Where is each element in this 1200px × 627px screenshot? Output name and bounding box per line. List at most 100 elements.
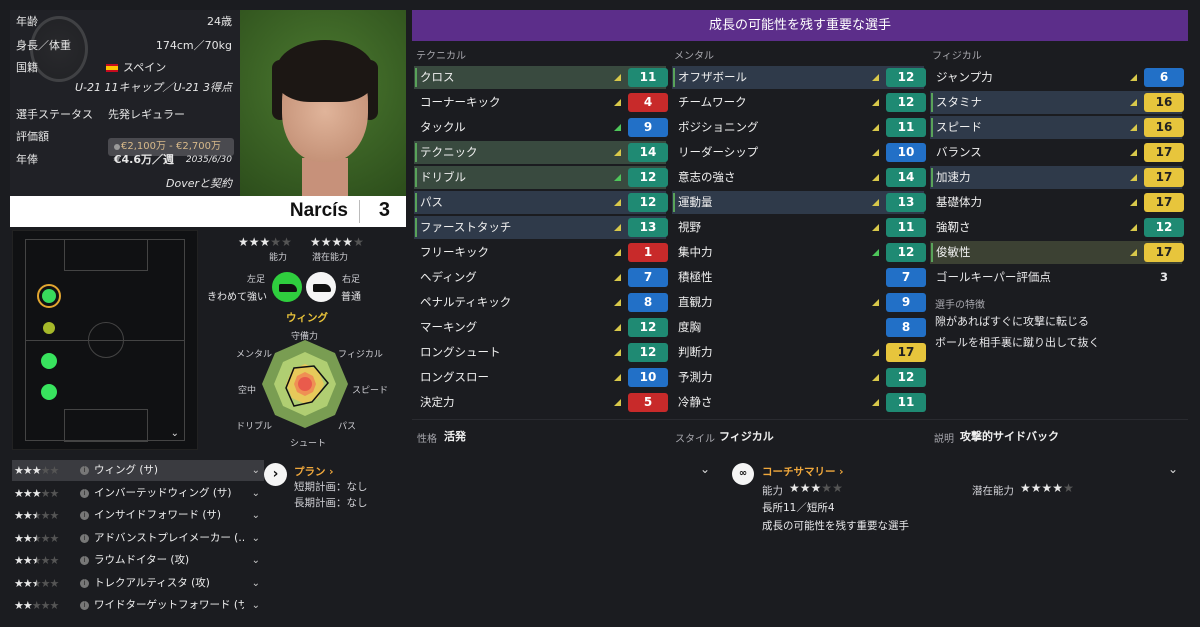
wage-row: 年俸 €4.6万／週 2035/6/30 <box>16 152 232 168</box>
attribute-row[interactable]: スピード 16 <box>930 116 1184 139</box>
chevron-down-icon[interactable]: ⌄ <box>252 573 260 594</box>
role-stars: ★★★★★ <box>14 509 59 522</box>
value-indicator-icon <box>114 144 120 150</box>
attribute-row[interactable]: 直観力 9 <box>672 291 926 314</box>
attribute-row[interactable]: ポジショニング 11 <box>672 116 926 139</box>
radar-label-aerial: 空中 <box>238 386 257 396</box>
role-label: インバーテッドウィング (サ) <box>94 486 232 499</box>
info-icon[interactable]: i <box>80 578 89 588</box>
expand-arrow-icon[interactable]: › <box>264 463 287 486</box>
nation-value[interactable]: スペイン <box>106 60 166 76</box>
role-list-item[interactable]: ★★★★★ i インサイドフォワード (サ) ⌄ <box>12 505 264 526</box>
attribute-row[interactable]: 積極性 7 <box>672 266 926 289</box>
attribute-row[interactable]: ヘディング 7 <box>414 266 668 289</box>
highlight-bar <box>931 118 933 137</box>
chevron-down-icon[interactable]: ⌄ <box>252 528 260 549</box>
footer-divider <box>412 419 1188 420</box>
trait-item-2[interactable]: ボールを相手裏に蹴り出して抜く <box>935 334 1100 350</box>
attribute-name: 意志の強さ <box>678 170 736 184</box>
attribute-row[interactable]: クロス 11 <box>414 66 668 89</box>
gk-rating-row: ゴールキーパー評価点 3 <box>930 266 1182 289</box>
role-list-item[interactable]: ★★★★★ i ワイドターゲットフォワード (サ) ⌄ <box>12 595 264 616</box>
info-icon[interactable]: i <box>80 488 89 498</box>
attribute-row[interactable]: パス 12 <box>414 191 668 214</box>
attribute-value: 12 <box>886 68 926 87</box>
info-icon[interactable]: i <box>80 601 89 610</box>
description-value: 攻撃的サイドバック <box>960 430 1059 443</box>
chevron-down-icon[interactable]: ⌄ <box>252 550 260 571</box>
role-list-item[interactable]: ★★★★★ i トレクアルティスタ (攻) ⌄ <box>12 573 264 594</box>
attribute-value: 8 <box>628 293 668 312</box>
attribute-row[interactable]: 強靭さ 12 <box>930 216 1184 239</box>
attribute-name: 加速力 <box>936 170 971 184</box>
attribute-row[interactable]: 視野 11 <box>672 216 926 239</box>
highlight-bar <box>931 168 933 187</box>
attribute-row[interactable]: 予測力 12 <box>672 366 926 389</box>
info-icon[interactable]: i <box>80 556 89 565</box>
pitch-chevron-down-icon[interactable]: ⌄ <box>171 428 179 439</box>
attribute-row[interactable]: リーダーシップ 10 <box>672 141 926 164</box>
chevron-down-icon[interactable]: ⌄ <box>252 505 260 526</box>
progress-arrow-icon <box>872 249 879 256</box>
position-dot-midfield-left[interactable] <box>43 322 55 334</box>
coach-summary-title[interactable]: コーチサマリー › <box>762 464 843 479</box>
attribute-row[interactable]: 俊敏性 17 <box>930 241 1184 264</box>
attribute-row[interactable]: ロングスロー 10 <box>414 366 668 389</box>
role-name: ウィング <box>286 312 328 324</box>
attribute-row[interactable]: フリーキック 1 <box>414 241 668 264</box>
chevron-down-icon[interactable]: ⌄ <box>252 595 260 616</box>
chevron-down-icon[interactable]: ⌄ <box>252 483 260 504</box>
attribute-row[interactable]: 基礎体力 17 <box>930 191 1184 214</box>
attribute-row[interactable]: スタミナ 16 <box>930 91 1184 114</box>
info-icon[interactable]: i <box>80 533 89 543</box>
radar-label-speed: スピード <box>352 386 389 396</box>
attribute-name: マーキング <box>420 320 478 334</box>
attribute-row[interactable]: コーナーキック 4 <box>414 91 668 114</box>
role-list-item[interactable]: ★★★★★ i アドバンストプレイメーカー (… ⌄ <box>12 528 264 549</box>
attribute-row[interactable]: ドリブル 12 <box>414 166 668 189</box>
attribute-row[interactable]: チームワーク 12 <box>672 91 926 114</box>
attribute-value: 9 <box>886 293 926 312</box>
attribute-row[interactable]: 決定力 5 <box>414 391 668 414</box>
info-icon[interactable]: i <box>80 511 89 520</box>
trait-item-1[interactable]: 隙があればすぐに攻撃に転じる <box>935 313 1089 329</box>
attribute-row[interactable]: 加速力 17 <box>930 166 1184 189</box>
role-list-item[interactable]: ★★★★★ i ウィング (サ) ⌄ <box>12 460 264 481</box>
role-stars: ★★★★★ <box>14 531 59 545</box>
attribute-row[interactable]: 運動量 13 <box>672 191 926 214</box>
chevron-down-icon[interactable]: ⌄ <box>252 460 260 481</box>
attribute-row[interactable]: ジャンプ力 6 <box>930 66 1184 89</box>
attribute-row[interactable]: ペナルティキック 8 <box>414 291 668 314</box>
age-row: 年齢 24歳 <box>16 14 232 30</box>
attribute-row[interactable]: ロングシュート 12 <box>414 341 668 364</box>
position-pitch[interactable]: ⌄ <box>12 230 198 450</box>
role-list-item[interactable]: ★★★★★ i ラウムドイター (攻) ⌄ <box>12 550 264 571</box>
position-dot-wing-left[interactable] <box>42 289 56 303</box>
attribute-row[interactable]: 判断力 17 <box>672 341 926 364</box>
attribute-row[interactable]: 度胸 8 <box>672 316 926 339</box>
contract-end-date: 2035/6/30 <box>185 155 232 165</box>
attribute-row[interactable]: 集中力 12 <box>672 241 926 264</box>
plan-chevron-down-icon[interactable]: ⌄ <box>700 462 710 476</box>
attribute-row[interactable]: マーキング 12 <box>414 316 668 339</box>
attribute-row[interactable]: 意志の強さ 14 <box>672 166 926 189</box>
position-dot-fullback-left[interactable] <box>41 384 57 400</box>
plan-title[interactable]: プラン › <box>294 464 333 479</box>
role-list-item[interactable]: ★★★★★ i インバーテッドウィング (サ) ⌄ <box>12 483 264 504</box>
contract-club[interactable]: Doverと契約 <box>166 176 232 192</box>
coach-chevron-down-icon[interactable]: ⌄ <box>1168 462 1178 476</box>
attribute-row[interactable]: バランス 17 <box>930 141 1184 164</box>
role-stars: ★★★★★ <box>14 599 59 612</box>
attribute-row[interactable]: オフザボール 12 <box>672 66 926 89</box>
height-row: 身長／体重 174cm／70kg <box>16 38 232 54</box>
plan-title-text: プラン <box>294 466 326 478</box>
attribute-row[interactable]: 冷静さ 11 <box>672 391 926 414</box>
attribute-name: 冷静さ <box>678 395 713 409</box>
attribute-value: 12 <box>628 343 668 362</box>
attribute-row[interactable]: タックル 9 <box>414 116 668 139</box>
position-dot-wingback-left[interactable] <box>41 353 57 369</box>
attribute-row[interactable]: ファーストタッチ 13 <box>414 216 668 239</box>
progress-arrow-icon <box>614 224 621 231</box>
attribute-row[interactable]: テクニック 14 <box>414 141 668 164</box>
info-icon[interactable]: i <box>80 466 89 475</box>
